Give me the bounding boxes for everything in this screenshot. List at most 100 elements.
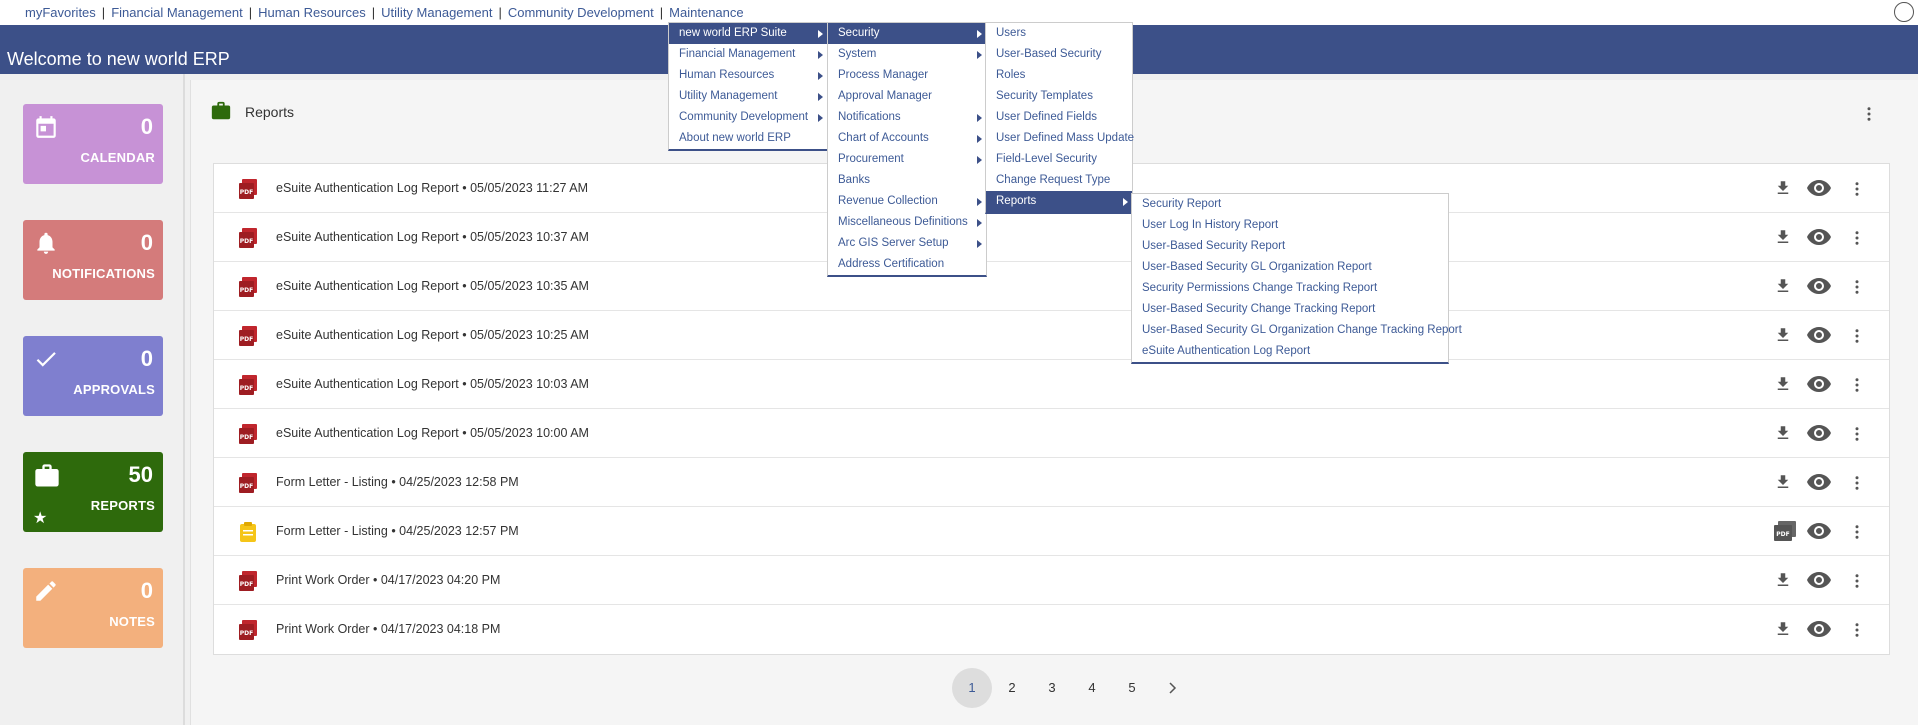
nav-link-maintenance[interactable]: Maintenance [669,5,743,20]
download-icon[interactable] [1774,423,1792,448]
menu-item-user-based-security-gl-organization-report[interactable]: User-Based Security GL Organization Repo… [1132,257,1448,278]
more-vert-icon[interactable] [1848,276,1866,303]
more-vert-icon[interactable] [1848,227,1866,254]
menu-item-about-new-world-erp[interactable]: About new world ERP [669,128,827,149]
page-2[interactable]: 2 [992,668,1032,708]
table-row[interactable]: PDF eSuite Authentication Log Report • 05… [214,409,1889,458]
more-vert-icon[interactable] [1848,423,1866,450]
menu-item-user-based-security-change-tracking-report[interactable]: User-Based Security Change Tracking Repo… [1132,299,1448,320]
submenu-arrow-icon [977,114,982,122]
nav-link-utility-management[interactable]: Utility Management [381,5,492,20]
tile-reports[interactable]: 50 REPORTS ★ [23,452,163,532]
table-row[interactable]: PDF eSuite Authentication Log Report • 05… [214,311,1889,360]
eye-icon[interactable] [1807,278,1831,299]
table-row[interactable]: PDF eSuite Authentication Log Report • 05… [214,360,1889,409]
menu-item-utility-management[interactable]: Utility Management [669,86,827,107]
menu-item-field-level-security[interactable]: Field-Level Security [986,149,1132,170]
menu-item-new-world-erp-suite[interactable]: new world ERP Suite [669,23,827,44]
menu-item-system[interactable]: System [828,44,986,65]
eye-icon[interactable] [1807,180,1831,201]
more-vert-icon[interactable] [1860,102,1878,126]
menu-item-reports[interactable]: Reports [986,191,1132,212]
more-vert-icon[interactable] [1848,472,1866,499]
download-icon[interactable] [1774,619,1792,644]
menu-item-community-development[interactable]: Community Development [669,107,827,128]
download-icon[interactable] [1774,472,1792,497]
menu-item-chart-of-accounts[interactable]: Chart of Accounts [828,128,986,149]
table-row[interactable]: Form Letter - Listing • 04/25/2023 12:57… [214,507,1889,556]
page-4[interactable]: 4 [1072,668,1112,708]
table-row[interactable]: PDF Form Letter - Listing • 04/25/2023 12… [214,458,1889,507]
menu-item-banks[interactable]: Banks [828,170,986,191]
eye-icon[interactable] [1807,523,1831,544]
menu-item-esuite-authentication-log-report[interactable]: eSuite Authentication Log Report [1132,341,1448,362]
table-row[interactable]: PDF Print Work Order • 04/17/2023 04:18 P… [214,605,1889,654]
nav-link-human-resources[interactable]: Human Resources [258,5,366,20]
more-vert-icon[interactable] [1848,178,1866,205]
menu-item-security-templates[interactable]: Security Templates [986,86,1132,107]
calendar-icon [36,116,56,138]
menu-item-security[interactable]: Security [828,23,986,44]
table-row[interactable]: PDF eSuite Authentication Log Report • 05… [214,213,1889,262]
pdf-icon[interactable]: PDF [1774,521,1796,546]
menu-item-arc-gis-server-setup[interactable]: Arc GIS Server Setup [828,233,986,254]
more-vert-icon[interactable] [1848,325,1866,352]
menu-item-users[interactable]: Users [986,23,1132,44]
menu-item-label: User Defined Fields [996,111,1097,123]
nav-separator: | [659,5,664,20]
eye-icon[interactable] [1807,376,1831,397]
tile-calendar[interactable]: 0 CALENDAR [23,104,163,184]
menu-item-user-based-security-gl-organization-change-tracking-report[interactable]: User-Based Security GL Organization Chan… [1132,320,1462,341]
page-5[interactable]: 5 [1112,668,1152,708]
nav-link-community-development[interactable]: Community Development [508,5,654,20]
menu-item-security-report[interactable]: Security Report [1132,194,1448,215]
search-icon[interactable] [1894,2,1914,22]
table-row[interactable]: PDF eSuite Authentication Log Report • 05… [214,262,1889,311]
more-vert-icon[interactable] [1848,521,1866,548]
nav-link-financial-management[interactable]: Financial Management [111,5,243,20]
menu-item-roles[interactable]: Roles [986,65,1132,86]
menu-item-procurement[interactable]: Procurement [828,149,986,170]
menu-item-user-based-security-report[interactable]: User-Based Security Report [1132,236,1448,257]
eye-icon[interactable] [1807,425,1831,446]
page-3[interactable]: 3 [1032,668,1072,708]
download-icon[interactable] [1774,325,1792,350]
menu-item-revenue-collection[interactable]: Revenue Collection [828,191,986,212]
menu-item-user-defined-fields[interactable]: User Defined Fields [986,107,1132,128]
menu-item-process-manager[interactable]: Process Manager [828,65,986,86]
menu-item-approval-manager[interactable]: Approval Manager [828,86,986,107]
menu-item-human-resources[interactable]: Human Resources [669,65,827,86]
eye-icon[interactable] [1807,229,1831,250]
menu-item-notifications[interactable]: Notifications [828,107,986,128]
menu-item-user-log-in-history-report[interactable]: User Log In History Report [1132,215,1448,236]
tile-notes[interactable]: 0 NOTES [23,568,163,648]
eye-icon[interactable] [1807,621,1831,642]
chevron-right-icon[interactable] [1152,668,1192,708]
svg-text:PDF: PDF [240,287,253,294]
more-vert-icon[interactable] [1848,374,1866,401]
menu-item-security-permissions-change-tracking-report[interactable]: Security Permissions Change Tracking Rep… [1132,278,1448,299]
page-1[interactable]: 1 [952,668,992,708]
download-icon[interactable] [1774,227,1792,252]
download-icon[interactable] [1774,374,1792,399]
star-icon[interactable]: ★ [33,508,47,528]
tile-approvals[interactable]: 0 APPROVALS [23,336,163,416]
menu-item-financial-management[interactable]: Financial Management [669,44,827,65]
menu-item-user-based-security[interactable]: User-Based Security [986,44,1132,65]
menu-item-change-request-type[interactable]: Change Request Type [986,170,1132,191]
menu-item-address-certification[interactable]: Address Certification [828,254,986,275]
eye-icon[interactable] [1807,572,1831,593]
eye-icon[interactable] [1807,327,1831,348]
menu-item-user-defined-mass-update[interactable]: User Defined Mass Update [986,128,1134,149]
table-row[interactable]: PDF Print Work Order • 04/17/2023 04:20 P… [214,556,1889,605]
notifications-count: 0 [140,230,153,255]
menu-item-miscellaneous-definitions[interactable]: Miscellaneous Definitions [828,212,986,233]
eye-icon[interactable] [1807,474,1831,495]
download-icon[interactable] [1774,276,1792,301]
download-icon[interactable] [1774,178,1792,203]
download-icon[interactable] [1774,570,1792,595]
more-vert-icon[interactable] [1848,570,1866,597]
more-vert-icon[interactable] [1848,619,1866,646]
tile-notifications[interactable]: 0 NOTIFICATIONS [23,220,163,300]
nav-link-myfavorites[interactable]: myFavorites [25,5,96,20]
